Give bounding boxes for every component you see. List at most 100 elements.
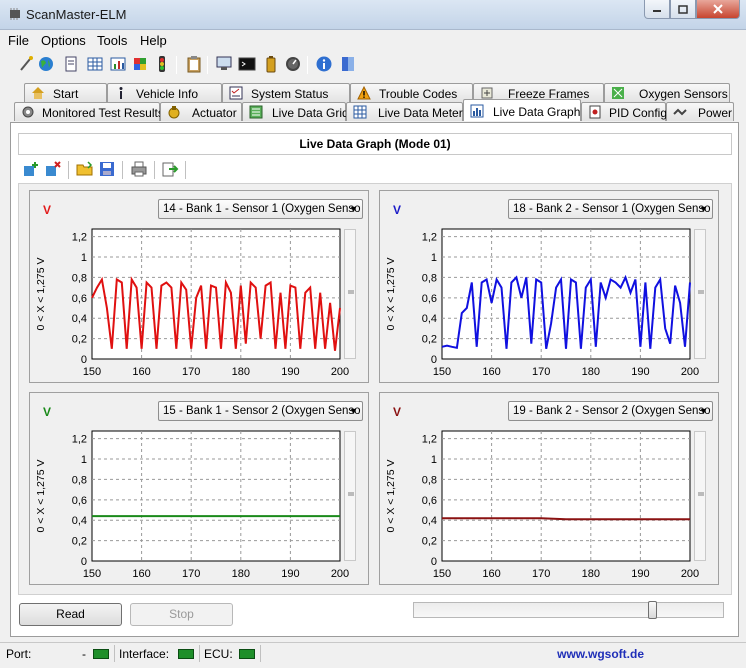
tab-actuator[interactable]: Actuator bbox=[160, 102, 242, 121]
toolbar-separator bbox=[207, 56, 208, 74]
menu-file[interactable]: File bbox=[8, 33, 29, 48]
status-divider bbox=[260, 645, 261, 662]
y-tick-label: 1 bbox=[81, 252, 87, 264]
wand-icon[interactable] bbox=[17, 55, 35, 73]
x-tick-label: 190 bbox=[631, 366, 649, 378]
menu-options[interactable]: Options bbox=[41, 33, 86, 48]
maximize-icon bbox=[678, 4, 688, 14]
book-icon[interactable] bbox=[339, 55, 357, 73]
tab-pid-config[interactable]: PID Config bbox=[581, 102, 668, 121]
y-tick-label: 1,2 bbox=[422, 232, 437, 244]
status-bar: Port: - Interface: ECU: www.wgsoft.de bbox=[0, 642, 746, 664]
tab-label: Trouble Codes bbox=[379, 87, 458, 101]
plot-area bbox=[91, 430, 341, 562]
toolbar-separator bbox=[176, 56, 177, 74]
tab-live-data-graph[interactable]: Live Data Graph bbox=[463, 99, 581, 121]
close-icon bbox=[713, 4, 723, 14]
x-tick-label: 190 bbox=[631, 568, 649, 580]
slider-thumb[interactable] bbox=[648, 601, 657, 619]
interface-label: Interface: bbox=[119, 647, 170, 661]
close-button[interactable] bbox=[696, 0, 740, 19]
tab-power[interactable]: Power bbox=[666, 102, 734, 121]
flag-icon[interactable] bbox=[131, 55, 149, 73]
terminal-icon[interactable] bbox=[238, 55, 256, 73]
info-icon[interactable] bbox=[315, 55, 333, 73]
tab-label: PID Config bbox=[609, 106, 668, 120]
stop-button[interactable]: Stop bbox=[130, 603, 233, 626]
slider-thumb[interactable] bbox=[698, 290, 704, 294]
website-link[interactable]: www.wgsoft.de bbox=[557, 647, 644, 661]
tab-label: Live Data Meter bbox=[378, 106, 463, 120]
y-tick-label: 0 bbox=[81, 556, 87, 568]
tab-live-data-meter[interactable]: Live Data Meter bbox=[346, 102, 463, 121]
main-toolbar bbox=[0, 52, 746, 78]
graph-panel: V 19 - Bank 2 - Sensor 2 (Oxygen Senso ▼ … bbox=[379, 392, 719, 585]
x-tick-label: 200 bbox=[331, 366, 349, 378]
tab-start[interactable]: Start bbox=[24, 83, 107, 102]
monitor-icon[interactable] bbox=[215, 55, 233, 73]
y-tick-label: 1 bbox=[431, 252, 437, 264]
gauge-icon[interactable] bbox=[284, 55, 302, 73]
window-title: ScanMaster-ELM bbox=[26, 7, 127, 22]
y-tick-label: 0,2 bbox=[422, 536, 437, 548]
x-tick-label: 180 bbox=[582, 568, 600, 580]
x-tick-label: 190 bbox=[281, 366, 299, 378]
y-axis-label: 0 < X < 1,275 V bbox=[35, 258, 47, 331]
tab-live-data-grid[interactable]: Live Data Grid bbox=[242, 102, 349, 121]
x-tick-label: 150 bbox=[433, 568, 451, 580]
tab-trouble-codes[interactable]: Trouble Codes bbox=[350, 83, 473, 102]
slider-thumb[interactable] bbox=[348, 492, 354, 496]
battery-icon[interactable] bbox=[262, 55, 280, 73]
line-chart: 150 160 170 180 190 200 0 0,2 0,4 0,6 0,8 1 1,2 0 < X… bbox=[35, 228, 349, 378]
graph-panel: V 15 - Bank 1 - Sensor 2 (Oxygen Senso ▼ … bbox=[29, 392, 369, 585]
remove-graph-icon[interactable] bbox=[44, 160, 62, 178]
chart-icon[interactable] bbox=[109, 55, 127, 73]
vertical-slider[interactable] bbox=[344, 431, 356, 561]
x-tick-label: 170 bbox=[182, 366, 200, 378]
line-chart: 150 160 170 180 190 200 0 0,2 0,4 0,6 0,8 1 1,2 0 < X… bbox=[385, 430, 699, 580]
y-tick-label: 0,4 bbox=[422, 515, 437, 527]
info-icon bbox=[119, 87, 123, 99]
clipboard-icon[interactable] bbox=[185, 55, 203, 73]
open-folder-icon[interactable] bbox=[76, 160, 94, 178]
globe-icon[interactable] bbox=[37, 55, 55, 73]
tab-vehicle-info[interactable]: Vehicle Info bbox=[107, 83, 222, 102]
vertical-slider[interactable] bbox=[344, 229, 356, 359]
maximize-button[interactable] bbox=[670, 0, 696, 19]
port-label: Port: bbox=[6, 647, 32, 661]
y-tick-label: 0,6 bbox=[422, 293, 437, 305]
x-tick-label: 160 bbox=[132, 366, 150, 378]
y-tick-label: 0,8 bbox=[72, 474, 87, 486]
grid-icon bbox=[353, 105, 367, 119]
grid-icon[interactable] bbox=[86, 55, 104, 73]
add-graph-icon[interactable] bbox=[22, 160, 40, 178]
graph-panel: V 14 - Bank 1 - Sensor 1 (Oxygen Senso ▼ … bbox=[29, 190, 369, 383]
print-icon[interactable] bbox=[130, 160, 148, 178]
save-icon[interactable] bbox=[98, 160, 116, 178]
menu-tools[interactable]: Tools bbox=[97, 33, 127, 48]
y-tick-label: 0,4 bbox=[72, 313, 87, 325]
export-icon[interactable] bbox=[161, 160, 179, 178]
y-tick-label: 0,6 bbox=[422, 495, 437, 507]
vertical-slider[interactable] bbox=[694, 431, 706, 561]
ecu-label: ECU: bbox=[204, 647, 233, 661]
tab-system-status[interactable]: System Status bbox=[222, 83, 350, 102]
tab-monitored-test-results[interactable]: Monitored Test Results bbox=[14, 102, 164, 121]
tab-label: Power bbox=[698, 106, 733, 120]
checklist-icon bbox=[229, 86, 243, 100]
slider-thumb[interactable] bbox=[698, 492, 704, 496]
status-divider bbox=[199, 645, 200, 662]
read-button[interactable]: Read bbox=[19, 603, 122, 626]
document-icon[interactable] bbox=[62, 55, 80, 73]
x-tick-label: 150 bbox=[83, 568, 101, 580]
slider-thumb[interactable] bbox=[348, 290, 354, 294]
ecu-led bbox=[239, 649, 255, 659]
vertical-slider[interactable] bbox=[694, 229, 706, 359]
x-tick-label: 160 bbox=[132, 568, 150, 580]
traffic-light-icon[interactable] bbox=[153, 55, 171, 73]
horizontal-slider[interactable] bbox=[413, 601, 724, 619]
y-tick-label: 1,2 bbox=[422, 434, 437, 446]
menu-help[interactable]: Help bbox=[140, 33, 167, 48]
tab-oxygen-sensors[interactable]: Oxygen Sensors bbox=[604, 83, 730, 102]
minimize-button[interactable] bbox=[644, 0, 670, 19]
